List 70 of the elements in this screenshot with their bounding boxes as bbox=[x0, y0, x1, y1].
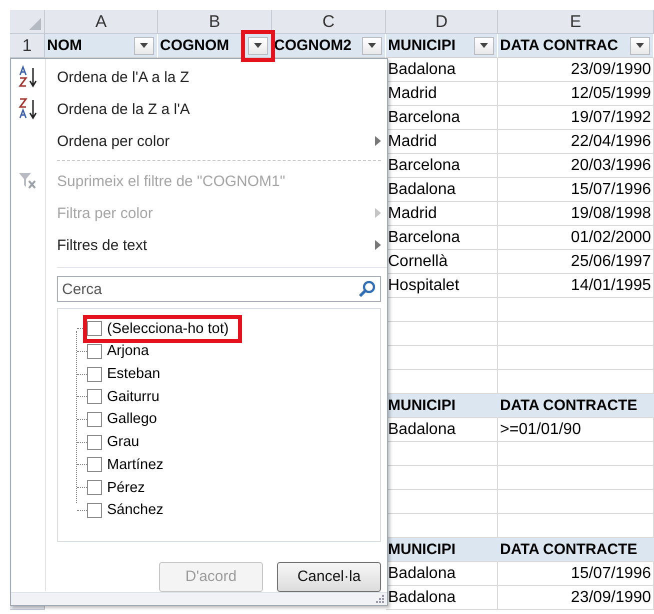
checkbox[interactable] bbox=[87, 412, 102, 427]
clear-filter-icon bbox=[18, 172, 38, 190]
column-header[interactable]: C bbox=[272, 10, 386, 34]
table-cell: >=01/01/90 bbox=[498, 418, 654, 442]
submenu-arrow-icon bbox=[375, 240, 381, 250]
checkbox-label[interactable]: Gallego bbox=[104, 410, 160, 428]
checkbox[interactable] bbox=[87, 366, 102, 382]
checkbox-label[interactable]: Arjona bbox=[104, 342, 152, 360]
submenu-arrow-icon bbox=[375, 136, 381, 146]
dropdown-arrow-icon bbox=[140, 43, 148, 48]
sort-descending-icon bbox=[17, 97, 39, 121]
menu-item[interactable]: Ordena de la Z a l'A bbox=[11, 93, 387, 125]
checkbox[interactable] bbox=[87, 389, 102, 404]
search-icon bbox=[358, 280, 376, 298]
filter-dropdown-button[interactable] bbox=[630, 36, 650, 54]
checkbox[interactable] bbox=[87, 480, 102, 495]
checkbox[interactable] bbox=[87, 321, 102, 336]
filter-dropdown-button[interactable] bbox=[134, 36, 154, 54]
dropdown-arrow-icon bbox=[254, 43, 262, 48]
column-header[interactable]: E bbox=[498, 10, 654, 34]
column-header[interactable]: B bbox=[158, 10, 272, 34]
row-number[interactable]: 1 bbox=[10, 34, 45, 58]
table-cell: 15/07/1996 bbox=[498, 178, 654, 202]
dropdown-arrow-icon bbox=[368, 43, 376, 48]
column-title: COGNOM2 bbox=[274, 37, 352, 54]
resize-grip-icon[interactable] bbox=[375, 594, 385, 604]
dialog-button[interactable]: Cancel·la bbox=[277, 562, 381, 592]
checkbox[interactable] bbox=[87, 434, 102, 450]
table-cell: 23/09/1990 bbox=[498, 58, 654, 82]
column-title: MUNICIPI bbox=[388, 37, 456, 54]
checkbox[interactable] bbox=[87, 502, 102, 518]
submenu-arrow-icon bbox=[375, 208, 381, 218]
table-cell: 14/01/1995 bbox=[498, 274, 654, 298]
menu-item[interactable]: Ordena per color bbox=[11, 125, 387, 157]
column-title: NOM bbox=[47, 37, 82, 54]
dropdown-arrow-icon bbox=[636, 43, 644, 48]
table-cell: 20/03/1996 bbox=[498, 154, 654, 178]
table-cell: 19/08/1998 bbox=[498, 202, 654, 226]
table-cell: 12/05/1999 bbox=[498, 82, 654, 106]
column-header[interactable]: D bbox=[386, 10, 498, 34]
menu-item[interactable]: Ordena de l'A a la Z bbox=[11, 61, 387, 93]
dropdown-arrow-icon bbox=[480, 43, 488, 48]
checkbox-label[interactable]: Pérez bbox=[104, 478, 148, 496]
table-cell: DATA CONTRACTE bbox=[498, 538, 654, 562]
column-title: COGNOM bbox=[160, 37, 230, 54]
search-field[interactable]: Cerca bbox=[57, 276, 381, 302]
checkbox-label[interactable]: Grau bbox=[104, 433, 142, 452]
checkbox[interactable] bbox=[87, 457, 102, 472]
checkbox-label[interactable]: (Selecciona-ho tot) bbox=[104, 320, 232, 338]
checkbox-label[interactable]: Esteban bbox=[104, 365, 164, 384]
table-cell: DATA CONTRACTE bbox=[498, 394, 654, 418]
table-cell: 15/07/1996 bbox=[498, 562, 654, 586]
table-cell: 19/07/1992 bbox=[498, 106, 654, 130]
sort-ascending-icon bbox=[17, 65, 39, 89]
checkbox-label[interactable]: Martínez bbox=[104, 456, 166, 474]
table-cell: 23/09/1990 bbox=[498, 586, 654, 610]
filter-dropdown-button[interactable] bbox=[474, 36, 494, 54]
column-header[interactable]: A bbox=[45, 10, 158, 34]
checkbox-label[interactable]: Gaiturru bbox=[104, 388, 162, 406]
table-cell: MUNICIPI bbox=[386, 538, 498, 562]
filter-dropdown-button[interactable] bbox=[248, 36, 268, 54]
column-title: DATA CONTRAC bbox=[500, 37, 618, 54]
table-cell: 25/06/1997 bbox=[498, 250, 654, 274]
menu-item[interactable]: Filtres de text bbox=[11, 229, 387, 261]
table-cell: 22/04/1996 bbox=[498, 130, 654, 154]
filter-dropdown-button[interactable] bbox=[362, 36, 382, 54]
checkbox-label[interactable]: Sánchez bbox=[104, 501, 166, 520]
checkbox[interactable] bbox=[87, 344, 102, 359]
table-cell: 01/02/2000 bbox=[498, 226, 654, 250]
table-cell: MUNICIPI bbox=[386, 394, 498, 418]
